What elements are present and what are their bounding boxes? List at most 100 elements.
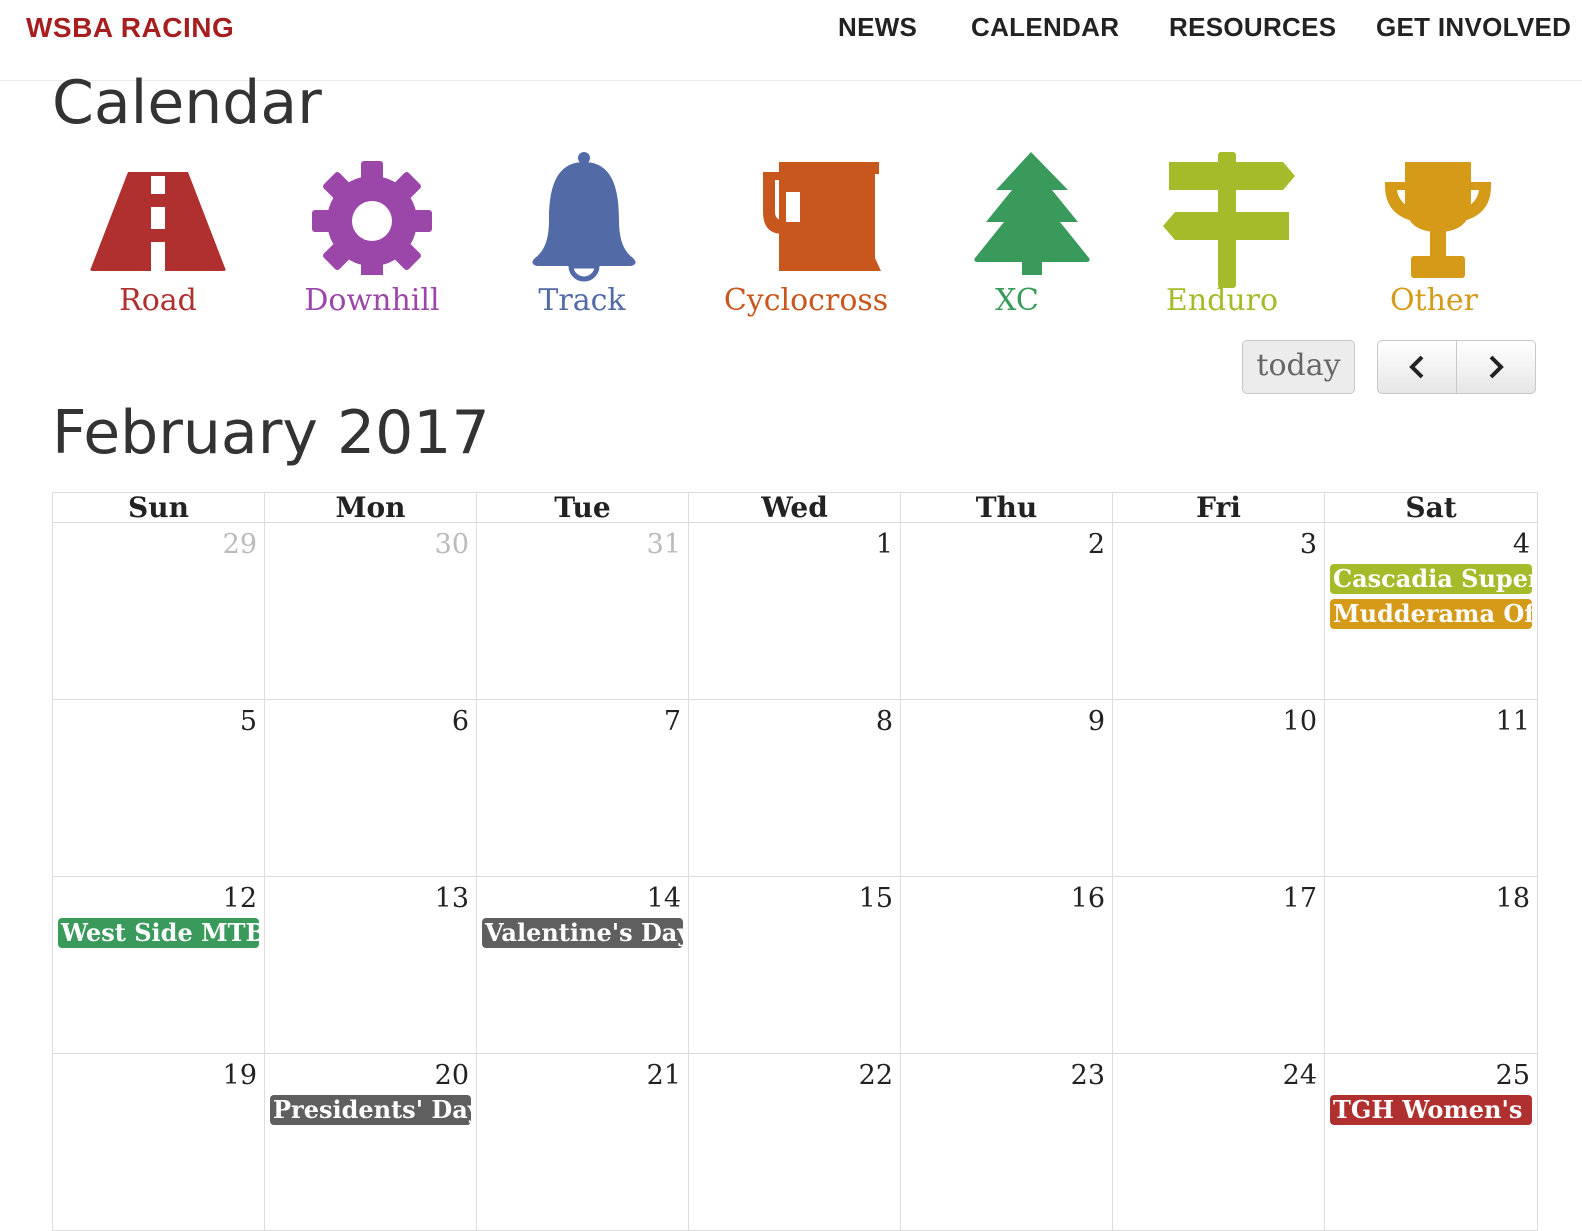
road-icon <box>90 172 226 271</box>
week-row: 29 30 31 1 2 3 4 Cascadia Super Cross Mudderama … <box>53 523 1538 700</box>
chevron-left-icon <box>1409 355 1424 379</box>
signpost-icon <box>1163 152 1295 288</box>
nav-news[interactable]: NEWS <box>838 12 917 43</box>
week-row: 5 6 7 8 9 10 11 <box>53 700 1538 877</box>
day-cell[interactable]: 23 <box>901 1054 1113 1231</box>
day-number[interactable]: 1 <box>876 529 893 560</box>
day-cell[interactable]: 2 <box>901 523 1113 700</box>
day-cell[interactable]: 7 <box>477 700 689 877</box>
day-cell[interactable]: 21 <box>477 1054 689 1231</box>
day-number[interactable]: 9 <box>1088 706 1105 737</box>
calendar-event[interactable]: TGH Women's Invitational <box>1330 1095 1532 1125</box>
calendar-event[interactable]: Presidents' Day <box>270 1095 471 1125</box>
day-number[interactable]: 10 <box>1283 706 1317 737</box>
day-cell[interactable]: 1 <box>689 523 901 700</box>
today-button[interactable]: today <box>1242 340 1355 394</box>
day-cell[interactable]: 12 West Side MTB Series <box>53 877 265 1054</box>
day-number[interactable]: 16 <box>1071 883 1105 914</box>
calendar-event[interactable]: Valentine's Day <box>482 918 683 948</box>
day-cell[interactable]: 8 <box>689 700 901 877</box>
day-number[interactable]: 4 <box>1513 529 1530 560</box>
day-cell[interactable]: 5 <box>53 700 265 877</box>
day-cell[interactable]: 22 <box>689 1054 901 1231</box>
day-cell[interactable]: 6 <box>265 700 477 877</box>
day-cell[interactable]: 31 <box>477 523 689 700</box>
category-downhill[interactable]: Downhill <box>277 150 467 330</box>
day-number[interactable]: 31 <box>647 529 681 560</box>
category-label: Cyclocross <box>723 283 889 318</box>
day-number[interactable]: 20 <box>435 1060 469 1091</box>
prev-month-button[interactable] <box>1377 340 1457 394</box>
day-cell[interactable]: 9 <box>901 700 1113 877</box>
month-nav-group <box>1377 340 1537 395</box>
category-road[interactable]: Road <box>63 150 253 330</box>
nav-calendar[interactable]: CALENDAR <box>971 12 1119 43</box>
day-cell[interactable]: 19 <box>53 1054 265 1231</box>
weekday-header: Sun <box>53 493 265 523</box>
nav-get-involved[interactable]: GET INVOLVED <box>1376 12 1571 43</box>
day-number[interactable]: 3 <box>1300 529 1317 560</box>
category-track[interactable]: Track <box>487 150 677 330</box>
day-cell[interactable]: 20 Presidents' Day <box>265 1054 477 1231</box>
nav-resources[interactable]: RESOURCES <box>1169 12 1336 43</box>
day-cell[interactable]: 24 <box>1113 1054 1325 1231</box>
weekday-header: Tue <box>477 493 689 523</box>
day-number[interactable]: 21 <box>647 1060 681 1091</box>
calendar-event[interactable]: West Side MTB Series <box>58 918 259 948</box>
day-number[interactable]: 17 <box>1283 883 1317 914</box>
day-number[interactable]: 22 <box>859 1060 893 1091</box>
category-label: XC <box>995 283 1039 318</box>
day-cell[interactable]: 17 <box>1113 877 1325 1054</box>
weekday-header: Sat <box>1325 493 1538 523</box>
bell-icon <box>532 152 636 282</box>
day-cell[interactable]: 3 <box>1113 523 1325 700</box>
day-number[interactable]: 29 <box>223 529 257 560</box>
beer-mug-icon <box>763 162 881 271</box>
day-cell[interactable]: 11 <box>1325 700 1538 877</box>
category-label: Downhill <box>304 283 440 318</box>
weekday-header: Thu <box>901 493 1113 523</box>
day-cell[interactable]: 29 <box>53 523 265 700</box>
category-enduro[interactable]: Enduro <box>1127 150 1317 330</box>
category-xc[interactable]: XC <box>922 150 1112 330</box>
day-cell[interactable]: 30 <box>265 523 477 700</box>
day-cell[interactable]: 16 <box>901 877 1113 1054</box>
day-cell[interactable]: 10 <box>1113 700 1325 877</box>
day-number[interactable]: 2 <box>1088 529 1105 560</box>
day-number[interactable]: 19 <box>223 1060 257 1091</box>
day-number[interactable]: 6 <box>452 706 469 737</box>
main-nav: NEWS CALENDAR RESOURCES GET INVOLVED <box>0 12 1582 52</box>
category-cyclocross[interactable]: Cyclocross <box>711 150 901 330</box>
day-number[interactable]: 24 <box>1283 1060 1317 1091</box>
day-number[interactable]: 12 <box>223 883 257 914</box>
category-label: Road <box>119 283 197 318</box>
trophy-icon <box>1385 162 1491 278</box>
day-cell[interactable]: 4 Cascadia Super Cross Mudderama Off Road <box>1325 523 1538 700</box>
day-number[interactable]: 7 <box>664 706 681 737</box>
day-number[interactable]: 8 <box>876 706 893 737</box>
day-cell[interactable]: 15 <box>689 877 901 1054</box>
day-number[interactable]: 5 <box>240 706 257 737</box>
chevron-right-icon <box>1489 355 1504 379</box>
day-number[interactable]: 25 <box>1496 1060 1530 1091</box>
day-number[interactable]: 14 <box>647 883 681 914</box>
day-number[interactable]: 15 <box>859 883 893 914</box>
calendar-event[interactable]: Mudderama Off Road <box>1330 599 1532 629</box>
day-number[interactable]: 13 <box>435 883 469 914</box>
calendar-event[interactable]: Cascadia Super Cross <box>1330 564 1532 594</box>
category-label: Other <box>1389 283 1479 318</box>
day-cell[interactable]: 18 <box>1325 877 1538 1054</box>
day-cell[interactable]: 14 Valentine's Day <box>477 877 689 1054</box>
category-label: Enduro <box>1165 283 1279 318</box>
day-cell[interactable]: 25 TGH Women's Invitational <box>1325 1054 1538 1231</box>
day-number[interactable]: 30 <box>435 529 469 560</box>
next-month-button[interactable] <box>1456 340 1536 394</box>
day-number[interactable]: 11 <box>1496 706 1530 737</box>
category-label: Track <box>538 283 626 318</box>
category-other[interactable]: Other <box>1339 150 1529 330</box>
day-number[interactable]: 18 <box>1496 883 1530 914</box>
month-title: February 2017 <box>52 398 490 468</box>
day-cell[interactable]: 13 <box>265 877 477 1054</box>
day-number[interactable]: 23 <box>1071 1060 1105 1091</box>
gear-icon <box>312 161 432 275</box>
